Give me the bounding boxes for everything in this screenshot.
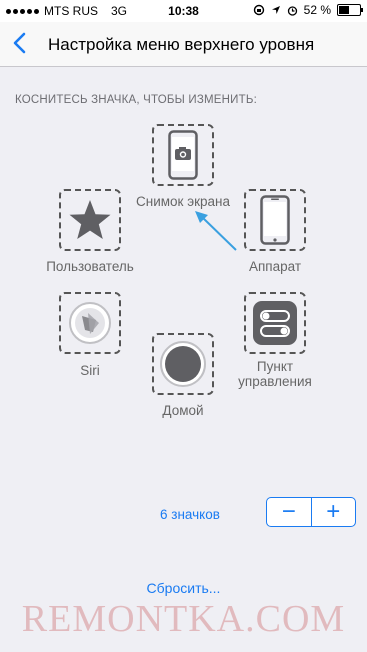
toggles-icon <box>253 301 297 345</box>
pointer-arrow-icon <box>195 211 237 251</box>
menu-slot-device[interactable] <box>244 189 306 251</box>
status-bar: MTS RUS 3G 10:38 52 % <box>0 0 367 22</box>
label-home: Домой <box>162 403 204 418</box>
back-button[interactable] <box>8 30 34 56</box>
label-control-center: Пункт управления <box>215 359 335 389</box>
alarm-icon <box>287 5 297 16</box>
settings-content: КОСНИТЕСЬ ЗНАЧКА, ЧТОБЫ ИЗМЕНИТЬ: Снимок… <box>0 67 367 652</box>
reset-button[interactable]: Сбросить... <box>0 580 367 596</box>
decrement-button[interactable]: − <box>267 498 311 526</box>
icon-count-stepper: − + <box>266 497 356 527</box>
star-icon <box>69 200 111 239</box>
label-siri: Siri <box>80 363 100 378</box>
menu-slot-control-center[interactable] <box>244 292 306 354</box>
label-control-center-line1: Пункт <box>256 359 294 374</box>
location-icon <box>271 6 280 14</box>
home-button-icon <box>160 341 206 387</box>
rotation-lock-icon <box>253 4 264 16</box>
status-right: 52 % <box>253 3 363 17</box>
page-title: Настройка меню верхнего уровня <box>48 35 315 54</box>
siri-icon <box>69 302 111 344</box>
chevron-left-icon <box>13 32 26 54</box>
increment-button[interactable]: + <box>312 498 356 526</box>
menu-slot-siri[interactable] <box>59 292 121 354</box>
section-header: КОСНИТЕСЬ ЗНАЧКА, ЧТОБЫ ИЗМЕНИТЬ: <box>15 94 258 106</box>
label-control-center-line2: управления <box>238 374 312 389</box>
menu-slot-home[interactable] <box>152 333 214 395</box>
device-icon <box>260 195 290 245</box>
label-device: Аппарат <box>248 259 302 274</box>
menu-slot-screenshot[interactable] <box>152 124 214 186</box>
watermark: REMONTKA.COM <box>21 598 346 640</box>
label-user: Пользователь <box>46 259 134 274</box>
menu-slot-user[interactable] <box>59 189 121 251</box>
icon-count-label: 6 значков <box>160 507 220 522</box>
battery-icon <box>337 4 363 16</box>
battery-percent: 52 % <box>303 3 331 17</box>
navigation-bar: Настройка меню верхнего уровня <box>0 22 367 67</box>
screenshot-icon <box>168 130 198 180</box>
